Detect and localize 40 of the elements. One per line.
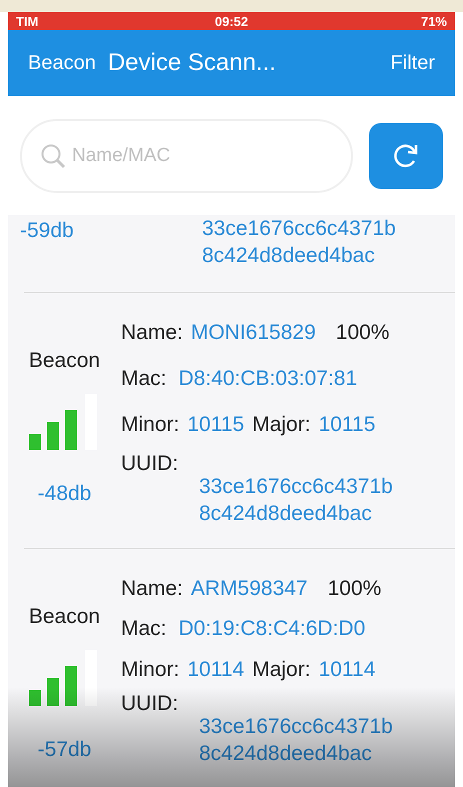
filter-button[interactable]: Filter [390, 48, 435, 78]
uuid-value: 33ce1676cc6c4371b [202, 216, 396, 242]
uuid-label: UUID: [121, 690, 180, 717]
search-icon [40, 142, 66, 168]
uuid-value: 33ce1676cc6c4371b [199, 714, 393, 740]
minor-value: 10114 [187, 656, 244, 683]
major-value: 10115 [318, 412, 376, 438]
major-label: Major: [252, 656, 311, 683]
device-name: ARM598347 [190, 576, 308, 602]
uuid-value: 33ce1676cc6c4371b [199, 474, 393, 500]
battery-percent: 100% [336, 320, 390, 346]
device-type: Beacon [28, 604, 100, 630]
rssi-value: -59db [19, 218, 75, 244]
page-title: Device Scann... [108, 48, 277, 78]
uuid-value: 8c424d8deed4bac [202, 243, 376, 269]
battery-level: 71% [420, 14, 447, 28]
name-label: Name: [121, 320, 183, 346]
rssi-value: -48db [38, 481, 92, 508]
minor-label: Minor: [121, 656, 180, 683]
minor-label: Minor: [121, 412, 180, 438]
mac-address: D8:40:CB:03:07:81 [178, 366, 358, 392]
battery-percent: 100% [328, 576, 382, 602]
name-label: Name: [121, 576, 183, 602]
device-type: Beacon [28, 348, 100, 374]
device-name: MONI615829 [190, 320, 316, 346]
refresh-button[interactable] [369, 122, 443, 188]
back-button[interactable]: Beacon [28, 48, 96, 78]
mac-label: Mac: [121, 366, 167, 392]
uuid-value: 8c424d8deed4bac [199, 500, 373, 527]
major-label: Major: [252, 412, 311, 438]
search-field[interactable]: Name/MAC [20, 118, 353, 192]
mac-address: D0:19:C8:C4:6D:D0 [178, 616, 366, 642]
rssi-value: -57db [38, 737, 92, 764]
carrier-name: TIM [16, 14, 40, 28]
uuid-value: 8c424d8deed4bac [199, 741, 373, 767]
major-value: 10114 [318, 656, 376, 683]
mac-label: Mac: [121, 616, 167, 642]
minor-value: 10115 [187, 412, 244, 438]
clock-time: 09:52 [214, 14, 250, 28]
uuid-label: UUID: [121, 450, 180, 477]
